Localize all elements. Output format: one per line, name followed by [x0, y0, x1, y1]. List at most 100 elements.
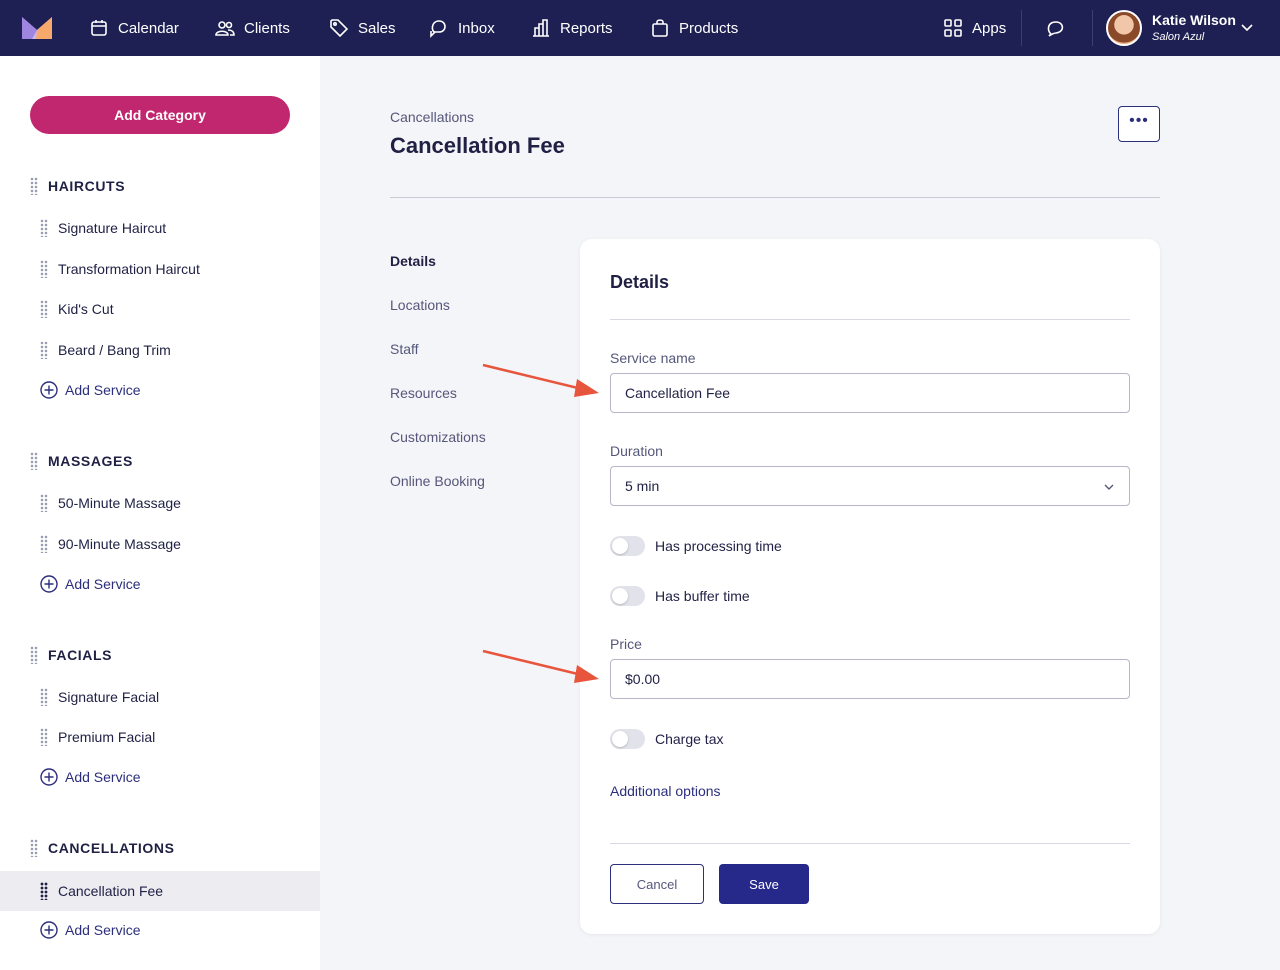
user-avatar[interactable] [1106, 10, 1142, 46]
charge-tax-row: Charge tax [610, 729, 723, 749]
subnav-resources[interactable]: Resources [390, 385, 457, 401]
service-label: 50-Minute Massage [58, 495, 181, 511]
chevron-down-icon[interactable] [1240, 20, 1254, 34]
service-item-active[interactable]: Cancellation Fee [0, 871, 320, 911]
subnav-staff[interactable]: Staff [390, 341, 419, 357]
clients-icon [215, 21, 235, 36]
nav-apps-label: Apps [972, 19, 1007, 37]
category-name: HAIRCUTS [48, 178, 126, 194]
cancel-button[interactable]: Cancel [610, 864, 704, 904]
sidebar: Add Category HAIRCUTS Signature Haircut … [0, 56, 320, 970]
service-item[interactable]: Signature Facial [0, 677, 320, 717]
nav-calendar-label: Calendar [118, 19, 179, 37]
duration-value: 5 min [625, 478, 660, 494]
logo-icon[interactable] [22, 17, 52, 39]
service-item[interactable]: 50-Minute Massage [0, 483, 320, 523]
service-item[interactable]: Beard / Bang Trim [0, 330, 320, 370]
add-service-haircuts[interactable]: Add Service [40, 381, 140, 399]
category-name: CANCELLATIONS [48, 840, 175, 856]
chat-button[interactable] [1046, 0, 1066, 56]
category-name: FACIALS [48, 647, 113, 663]
chevron-down-icon [1104, 484, 1114, 490]
nav-clients-label: Clients [244, 19, 290, 37]
charge-tax-toggle[interactable] [610, 729, 645, 749]
service-label: 90-Minute Massage [58, 536, 181, 552]
price-input[interactable] [610, 659, 1130, 699]
service-item[interactable]: Premium Facial [0, 717, 320, 757]
ellipsis-icon: ••• [1129, 112, 1149, 129]
plus-circle-icon [40, 921, 58, 939]
drag-handle-icon[interactable] [40, 341, 48, 359]
service-item[interactable]: 90-Minute Massage [0, 524, 320, 564]
nav-sales[interactable]: Sales [329, 0, 396, 56]
service-label: Premium Facial [58, 729, 156, 745]
category-header-cancellations[interactable]: CANCELLATIONS [30, 839, 175, 857]
nav-apps[interactable]: Apps [943, 0, 1006, 56]
add-service-cancellations[interactable]: Add Service [40, 921, 140, 939]
buffer-time-toggle[interactable] [610, 586, 645, 606]
drag-handle-icon[interactable] [40, 494, 48, 512]
service-item[interactable]: Signature Haircut [0, 208, 320, 248]
nav-clients[interactable]: Clients [215, 0, 290, 56]
service-label: Kid's Cut [58, 301, 114, 317]
service-name-label: Service name [610, 350, 696, 366]
nav-calendar[interactable]: Calendar [89, 0, 179, 56]
nav-reports-label: Reports [560, 19, 613, 37]
add-service-massages[interactable]: Add Service [40, 575, 140, 593]
additional-options-link[interactable]: Additional options [610, 783, 721, 799]
drag-handle-icon[interactable] [30, 646, 38, 664]
service-label: Beard / Bang Trim [58, 342, 171, 358]
service-name-input[interactable] [610, 373, 1130, 413]
nav-divider [1021, 10, 1022, 46]
add-service-label: Add Service [65, 922, 141, 938]
service-label: Signature Haircut [58, 220, 167, 236]
nav-sales-label: Sales [358, 19, 396, 37]
add-service-label: Add Service [65, 382, 141, 398]
drag-handle-icon[interactable] [40, 882, 48, 900]
subnav-details[interactable]: Details [390, 253, 436, 269]
subnav-customizations[interactable]: Customizations [390, 429, 486, 445]
drag-handle-icon[interactable] [30, 452, 38, 470]
subnav-online-booking[interactable]: Online Booking [390, 473, 485, 489]
service-item[interactable]: Kid's Cut [0, 289, 320, 329]
nav-products-label: Products [679, 19, 739, 37]
add-category-button[interactable]: Add Category [30, 96, 290, 134]
category-name: MASSAGES [48, 453, 133, 469]
more-options-button[interactable]: ••• [1118, 106, 1160, 142]
add-service-facials[interactable]: Add Service [40, 768, 140, 786]
category-header-massages[interactable]: MASSAGES [30, 452, 133, 470]
calendar-icon [91, 20, 107, 36]
user-name[interactable]: Katie Wilson [1152, 12, 1236, 28]
save-button[interactable]: Save [719, 864, 809, 904]
price-label: Price [610, 636, 642, 652]
service-label: Transformation Haircut [58, 261, 200, 277]
nav-reports[interactable]: Reports [531, 0, 613, 56]
plus-circle-icon [40, 575, 58, 593]
nav-inbox-label: Inbox [458, 19, 495, 37]
processing-time-toggle[interactable] [610, 536, 645, 556]
drag-handle-icon[interactable] [40, 688, 48, 706]
drag-handle-icon[interactable] [30, 177, 38, 195]
card-divider [610, 319, 1130, 320]
category-header-facials[interactable]: FACIALS [30, 646, 112, 664]
drag-handle-icon[interactable] [30, 839, 38, 857]
card-divider [610, 843, 1130, 844]
service-item[interactable]: Transformation Haircut [0, 249, 320, 289]
add-service-label: Add Service [65, 576, 141, 592]
duration-select[interactable]: 5 min [610, 466, 1130, 506]
apps-grid-icon [944, 19, 962, 37]
plus-circle-icon [40, 381, 58, 399]
drag-handle-icon[interactable] [40, 728, 48, 746]
drag-handle-icon[interactable] [40, 300, 48, 318]
nav-inbox[interactable]: Inbox [429, 0, 495, 56]
drag-handle-icon[interactable] [40, 219, 48, 237]
subnav-locations[interactable]: Locations [390, 297, 450, 313]
top-nav: Calendar Clients Sales Inbox Reports Pro… [0, 0, 1280, 56]
drag-handle-icon[interactable] [40, 535, 48, 553]
nav-products[interactable]: Products [650, 0, 738, 56]
reports-icon [533, 19, 549, 37]
drag-handle-icon[interactable] [40, 260, 48, 278]
breadcrumb[interactable]: Cancellations [390, 109, 474, 125]
buffer-time-label: Has buffer time [655, 588, 750, 604]
category-header-haircuts[interactable]: HAIRCUTS [30, 177, 125, 195]
